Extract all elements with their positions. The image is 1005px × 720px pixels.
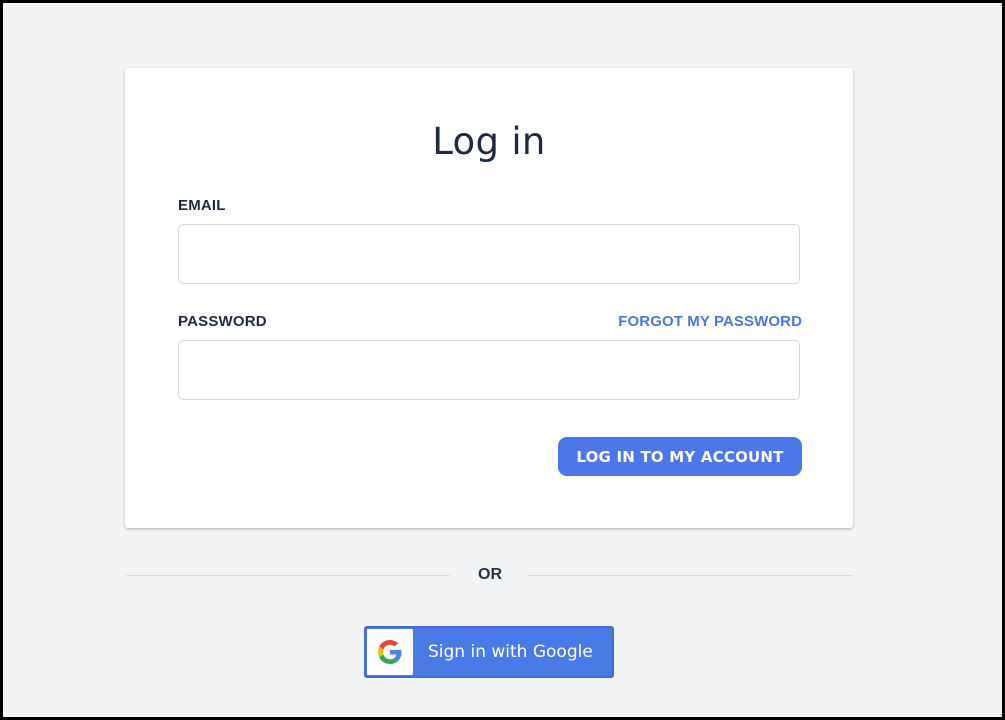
google-g-icon [367, 629, 413, 675]
login-card: Log in EMAIL PASSWORD FORGOT MY PASSWORD… [125, 68, 853, 528]
divider-line-left [126, 575, 450, 576]
divider-line-right [528, 575, 853, 576]
login-button[interactable]: LOG IN TO MY ACCOUNT [558, 437, 802, 476]
password-label: PASSWORD [178, 313, 267, 330]
password-field[interactable] [178, 340, 800, 400]
email-field[interactable] [178, 224, 800, 284]
email-label: EMAIL [178, 197, 226, 214]
or-divider-text: OR [478, 566, 502, 583]
page-title: Log in [432, 120, 546, 163]
login-page: Log in EMAIL PASSWORD FORGOT MY PASSWORD… [3, 3, 1002, 717]
google-sign-in-label: Sign in with Google [428, 642, 593, 662]
forgot-password-link[interactable]: FORGOT MY PASSWORD [618, 313, 802, 330]
google-sign-in-button[interactable]: Sign in with Google [364, 626, 614, 678]
